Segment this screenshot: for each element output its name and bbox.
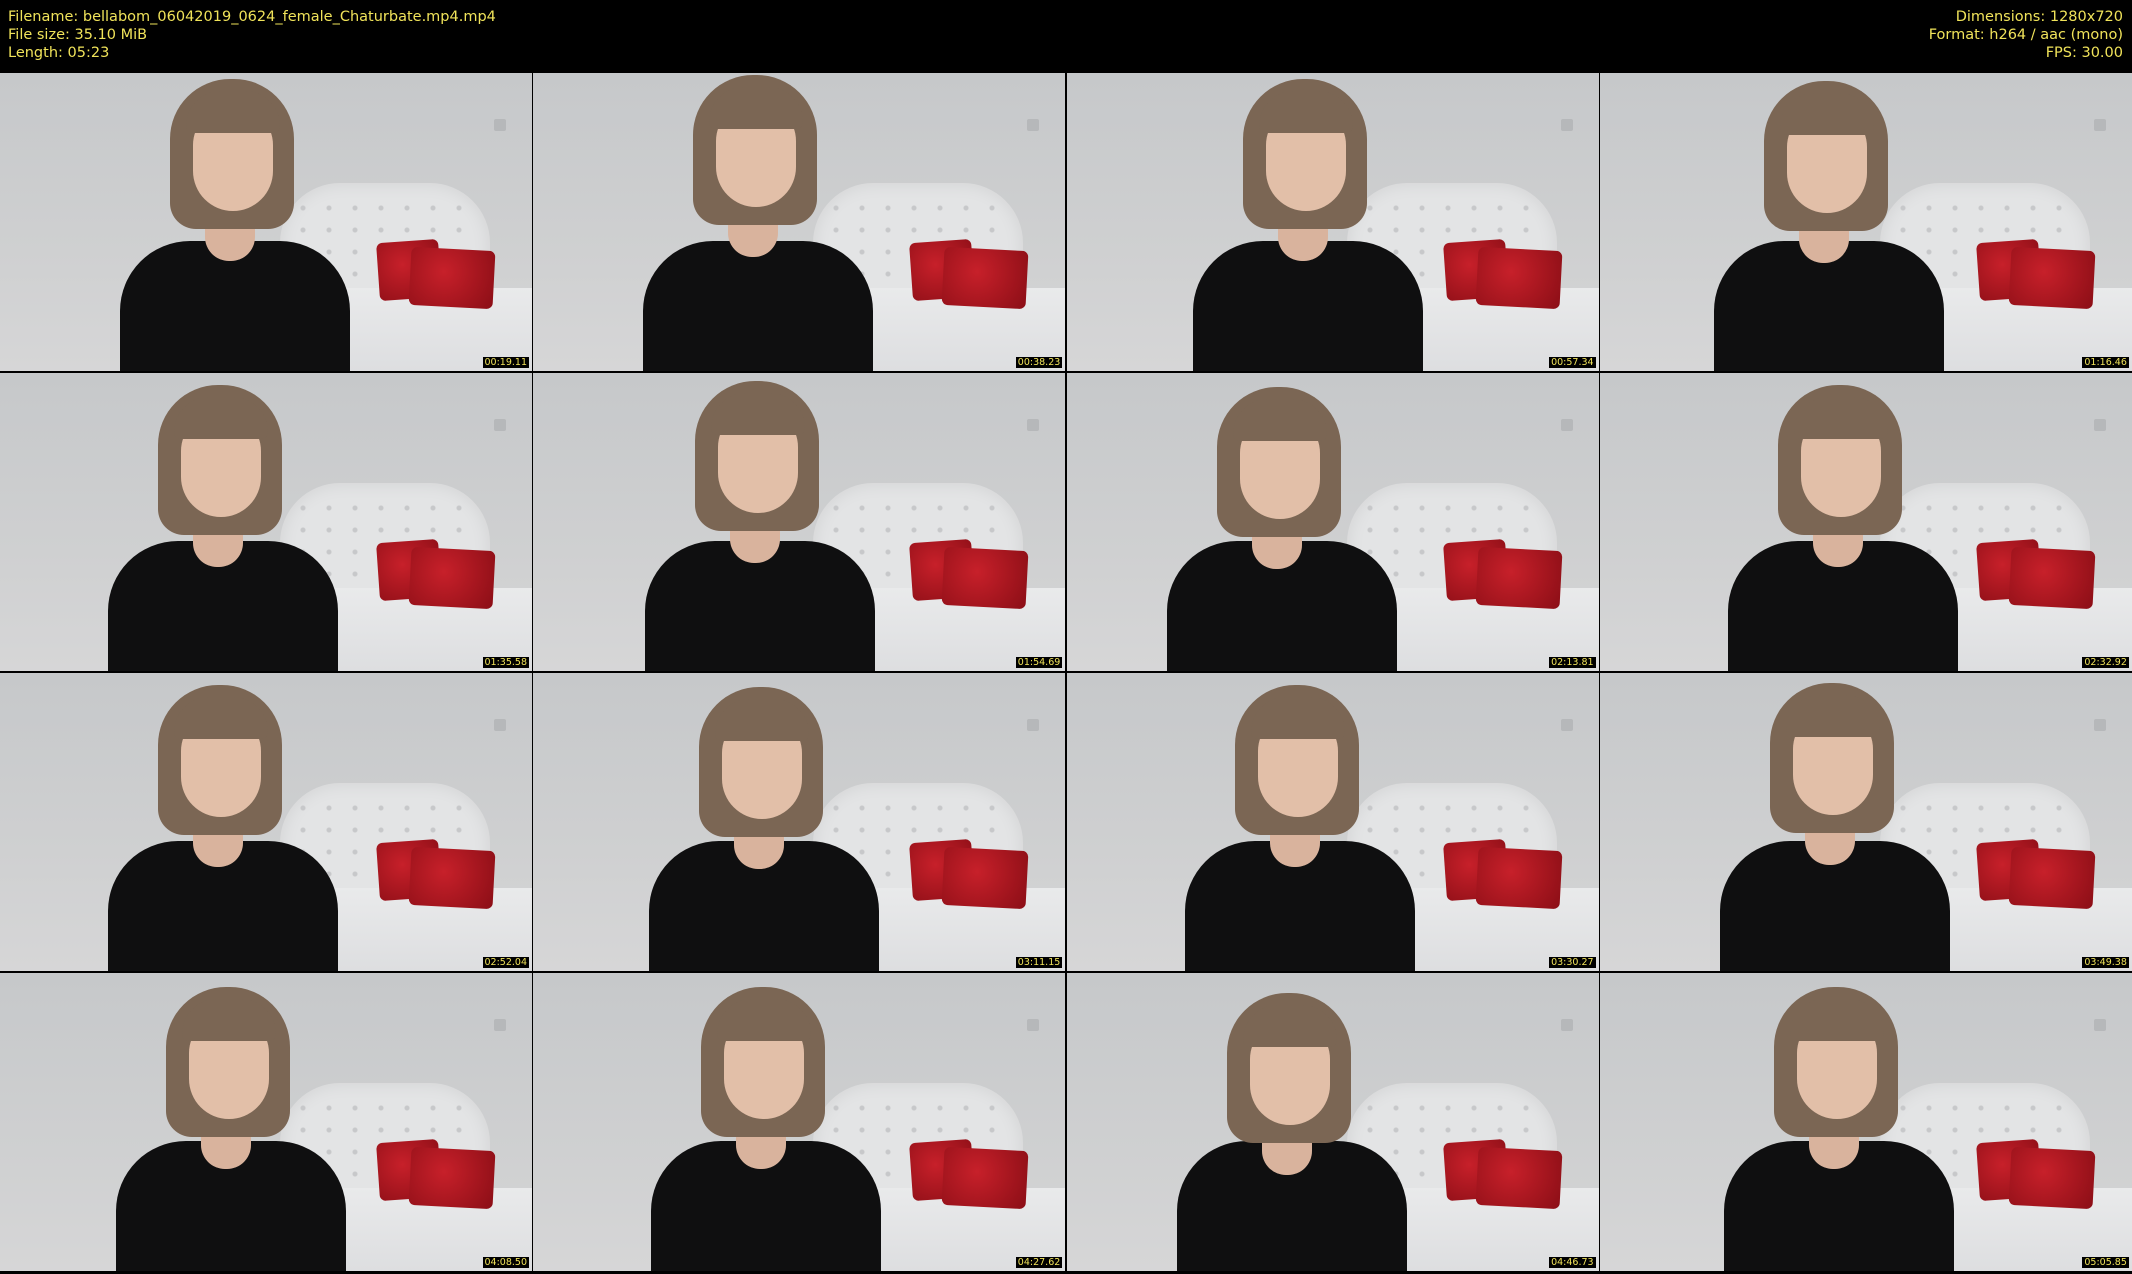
person-bangs	[1793, 397, 1888, 439]
video-overlay-icon	[494, 119, 506, 131]
person-bangs	[1232, 399, 1327, 441]
thumbnail-frame: 03:30.27	[1066, 673, 1599, 971]
person-bangs	[1789, 999, 1884, 1041]
person-bangs	[1242, 1005, 1337, 1047]
person-bangs	[182, 999, 276, 1041]
timestamp-label: 00:38.23	[1015, 357, 1063, 368]
video-overlay-icon	[494, 719, 506, 731]
red-pillow	[941, 846, 1029, 910]
red-pillow	[408, 846, 496, 910]
red-pillow	[1475, 246, 1563, 310]
thumbnail-frame: 01:54.69	[533, 373, 1066, 671]
person-bangs	[711, 393, 806, 435]
timestamp-label: 03:49.38	[2082, 957, 2129, 968]
thumbnail-frame: 04:08.50	[0, 973, 532, 1271]
timestamp-label: 05:05.85	[2082, 1257, 2129, 1268]
filename-label: Filename: bellabom_06042019_0624_female_…	[8, 9, 496, 25]
timestamp-label: 03:11.15	[1015, 957, 1063, 968]
timestamp-label: 01:54.69	[1015, 657, 1063, 668]
person-bangs	[1250, 697, 1345, 739]
thumbnail-frame: 00:19.11	[0, 73, 532, 371]
thumbnail-frame: 04:27.62	[533, 973, 1066, 1271]
timestamp-label: 04:46.73	[1549, 1257, 1596, 1268]
timestamp-label: 02:32.92	[2082, 657, 2129, 668]
red-pillow	[2008, 1146, 2096, 1210]
person-bangs	[1779, 93, 1874, 135]
red-pillow	[2008, 546, 2096, 610]
thumbnail-frame: 02:13.81	[1066, 373, 1599, 671]
video-overlay-icon	[2093, 719, 2106, 731]
thumbnail-frame: 04:46.73	[1066, 973, 1599, 1271]
timestamp-label: 03:30.27	[1549, 957, 1596, 968]
red-pillow	[1475, 1146, 1563, 1210]
thumbnail-grid: 00:19.11 00:38.23 00:57.34 01:16.46 01:3…	[0, 73, 2132, 1272]
red-pillow	[2008, 246, 2096, 310]
red-pillow	[408, 1146, 496, 1210]
red-pillow	[1475, 846, 1563, 910]
red-pillow	[2008, 846, 2096, 910]
timestamp-label: 01:16.46	[2082, 357, 2129, 368]
person-bangs	[709, 87, 804, 129]
thumbnail-frame: 01:16.46	[1599, 73, 2132, 371]
video-overlay-icon	[1560, 119, 1573, 131]
video-overlay-icon	[1027, 719, 1040, 731]
video-overlay-icon	[2093, 119, 2106, 131]
video-overlay-icon	[2093, 419, 2106, 431]
red-pillow	[941, 546, 1029, 610]
person-bangs	[186, 91, 280, 133]
timestamp-label: 02:52.04	[482, 957, 529, 968]
person-torso	[643, 241, 874, 371]
person-bangs	[174, 697, 268, 739]
dimensions-label: Dimensions: 1280x720	[1955, 9, 2123, 25]
contact-sheet-header: Filename: bellabom_06042019_0624_female_…	[0, 0, 2132, 72]
video-overlay-icon	[1560, 419, 1573, 431]
length-label: Length: 05:23	[8, 45, 110, 61]
red-pillow	[941, 246, 1029, 310]
timestamp-label: 04:27.62	[1015, 1257, 1063, 1268]
format-label: Format: h264 / aac (mono)	[1928, 27, 2123, 43]
video-overlay-icon	[1027, 1019, 1040, 1031]
thumbnail-frame: 02:52.04	[0, 673, 532, 971]
video-overlay-icon	[1027, 119, 1040, 131]
video-overlay-icon	[494, 1019, 506, 1031]
video-overlay-icon	[2093, 1019, 2106, 1031]
red-pillow	[941, 1146, 1029, 1210]
video-overlay-icon	[1560, 719, 1573, 731]
thumbnail-frame: 02:32.92	[1599, 373, 2132, 671]
thumbnail-frame: 03:49.38	[1599, 673, 2132, 971]
person-bangs	[717, 999, 812, 1041]
timestamp-label: 00:57.34	[1549, 357, 1596, 368]
person-bangs	[174, 397, 268, 439]
red-pillow	[408, 546, 496, 610]
thumbnail-frame: 01:35.58	[0, 373, 532, 671]
person-bangs	[1258, 91, 1353, 133]
video-overlay-icon	[1027, 419, 1040, 431]
thumbnail-frame: 03:11.15	[533, 673, 1066, 971]
video-overlay-icon	[494, 419, 506, 431]
person-bangs	[715, 699, 810, 741]
thumbnail-frame: 05:05.85	[1599, 973, 2132, 1271]
timestamp-label: 00:19.11	[482, 357, 529, 368]
person-bangs	[1785, 695, 1880, 737]
timestamp-label: 02:13.81	[1549, 657, 1596, 668]
thumbnail-frame: 00:38.23	[533, 73, 1066, 371]
timestamp-label: 04:08.50	[482, 1257, 529, 1268]
file-info-left: Filename: bellabom_06042019_0624_female_…	[8, 8, 496, 62]
thumbnail-frame: 00:57.34	[1066, 73, 1599, 371]
filesize-label: File size: 35.10 MiB	[8, 27, 148, 43]
file-info-right: Dimensions: 1280x720 Format: h264 / aac …	[1929, 8, 2123, 62]
red-pillow	[1475, 546, 1563, 610]
fps-label: FPS: 30.00	[2045, 45, 2123, 61]
video-overlay-icon	[1560, 1019, 1573, 1031]
timestamp-label: 01:35.58	[482, 657, 529, 668]
red-pillow	[408, 246, 496, 310]
